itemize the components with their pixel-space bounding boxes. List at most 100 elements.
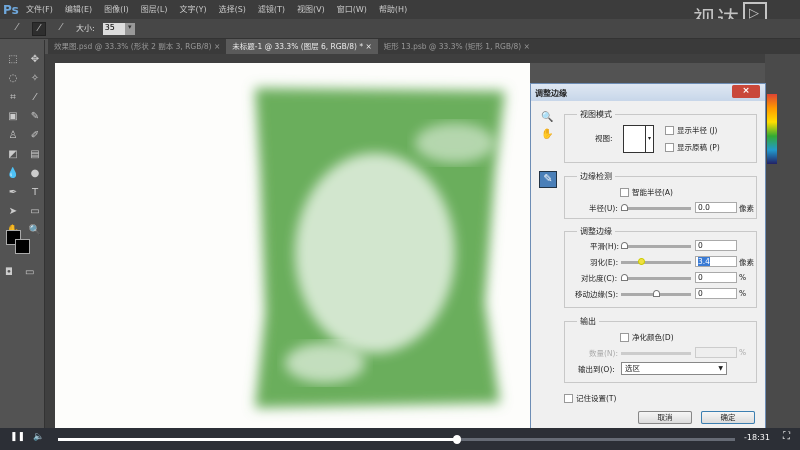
remember-settings-label: 记住设置(T) (576, 394, 617, 403)
shift-edge-input[interactable]: 0 (695, 288, 737, 299)
menu-type[interactable]: 文字(Y) (179, 4, 206, 15)
progress-thumb[interactable] (453, 435, 462, 444)
dodge-icon[interactable]: ● (25, 166, 45, 182)
smooth-slider[interactable] (621, 242, 691, 249)
output-to-dropdown[interactable]: 选区 ▼ (621, 362, 727, 375)
move-icon[interactable]: ✥ (25, 52, 45, 68)
feather-value: 3.4 (698, 257, 710, 266)
contrast-slider[interactable] (621, 274, 691, 281)
ok-button[interactable]: 确定 (701, 411, 755, 424)
document-tabs: 效果图.psd @ 33.3% (形状 2 副本 3, RGB/8) × 未标题… (48, 39, 800, 54)
swatches[interactable] (767, 94, 777, 164)
feather-unit: 像素 (739, 258, 754, 267)
tab-rect[interactable]: 矩形 13.psb @ 33.3% (矩形 1, RGB/8) × (378, 39, 536, 54)
menu-window[interactable]: 窗口(W) (337, 4, 367, 15)
output-title: 输出 (577, 316, 599, 327)
ps-logo: Ps (3, 2, 19, 17)
background-color[interactable] (15, 239, 30, 254)
show-original-label: 显示原稿 (P) (677, 143, 720, 152)
radius-unit: 像素 (739, 204, 754, 213)
crop-icon[interactable]: ⌗ (3, 90, 23, 106)
marquee-icon[interactable]: ⬚ (3, 52, 23, 68)
amount-input (695, 347, 737, 358)
options-bar: ⁄ ⁄ ⁄ 大小: 35 ▾ (0, 19, 800, 39)
stamp-icon[interactable]: ♙ (3, 128, 23, 144)
shift-edge-slider[interactable] (621, 290, 691, 297)
menu-select[interactable]: 选择(S) (219, 4, 246, 15)
healing-icon[interactable]: ▣ (3, 109, 23, 125)
decontaminate-label: 净化颜色(D) (632, 333, 674, 342)
menu-file[interactable]: 文件(F) (26, 4, 53, 15)
remember-settings-checkbox[interactable]: 记住设置(T) (564, 393, 616, 404)
lasso-icon[interactable]: ◌ (3, 71, 23, 87)
menu-bar: Ps 文件(F) 编辑(E) 图像(I) 图层(L) 文字(Y) 选择(S) 滤… (0, 0, 800, 19)
show-radius-checkbox[interactable]: 显示半径 (J) (665, 125, 717, 136)
right-panels (765, 54, 800, 428)
radius-slider[interactable] (621, 204, 691, 211)
contrast-label: 对比度(C): (581, 274, 618, 283)
size-input[interactable]: 35 (102, 22, 125, 35)
shape-icon[interactable]: ▭ (25, 204, 45, 220)
amount-slider (621, 352, 691, 355)
menu-edit[interactable]: 编辑(E) (65, 4, 92, 15)
magic-wand-icon[interactable]: ✧ (25, 71, 45, 87)
eyedropper-icon[interactable]: ⁄ (25, 90, 45, 106)
menu-filter[interactable]: 滤镜(T) (258, 4, 285, 15)
smart-radius-label: 智能半径(A) (632, 188, 673, 197)
view-mode-group: 视图模式 视图: ▾ 显示半径 (J) 显示原稿 (P) (564, 109, 757, 163)
pen-icon[interactable]: ✒ (3, 185, 23, 201)
path-select-icon[interactable]: ➤ (3, 204, 23, 220)
tab-untitled[interactable]: 未标题-1 @ 33.3% (图层 6, RGB/8) * × (226, 39, 378, 54)
brush-icon[interactable]: ✎ (25, 109, 45, 125)
view-label: 视图: (595, 134, 613, 143)
video-player-bar: ❚❚ 🔈 -18:31 ⛶ (0, 428, 800, 450)
volume-icon[interactable]: 🔈 (33, 432, 44, 442)
eraser-icon[interactable]: ◩ (3, 147, 23, 163)
decontaminate-checkbox[interactable]: 净化颜色(D) (620, 332, 674, 343)
amount-unit: % (739, 348, 747, 357)
brush-preset-icon[interactable]: ⁄ (10, 22, 24, 36)
quick-mask-icon[interactable]: ◘ (5, 265, 13, 281)
feather-input[interactable]: 3.4 (695, 256, 737, 267)
contrast-input[interactable]: 0 (695, 272, 737, 283)
size-dropdown[interactable]: ▾ (124, 22, 135, 35)
tab-effect[interactable]: 效果图.psd @ 33.3% (形状 2 副本 3, RGB/8) × (48, 39, 226, 54)
brush-erase-icon[interactable]: ⁄ (54, 22, 68, 36)
show-original-checkbox[interactable]: 显示原稿 (P) (665, 142, 720, 153)
time-remaining: -18:31 (744, 433, 770, 442)
menu-view[interactable]: 视图(V) (297, 4, 325, 15)
zoom-tool-icon[interactable]: 🔍 (541, 112, 553, 123)
hand-tool-icon[interactable]: ✋ (541, 129, 553, 140)
progress-fill (58, 438, 458, 441)
feather-slider[interactable] (621, 258, 691, 265)
smooth-label: 平滑(H): (590, 242, 620, 251)
output-group: 输出 净化颜色(D) 数量(N): % 输出到(O): 选区 ▼ (564, 316, 757, 383)
blur-icon[interactable]: 💧 (3, 166, 23, 182)
close-button[interactable]: × (732, 85, 760, 98)
smart-radius-checkbox[interactable]: 智能半径(A) (620, 187, 673, 198)
menu-layer[interactable]: 图层(L) (141, 4, 168, 15)
radius-input[interactable]: 0.0 (695, 202, 737, 213)
vertical-ruler (45, 54, 55, 428)
fullscreen-icon[interactable]: ⛶ (783, 431, 790, 442)
history-brush-icon[interactable]: ✐ (25, 128, 45, 144)
view-dropdown[interactable]: ▾ (623, 125, 654, 153)
gradient-icon[interactable]: ▤ (25, 147, 45, 163)
feather-label: 羽化(E): (590, 258, 619, 267)
pause-icon[interactable]: ❚❚ (10, 432, 25, 442)
smooth-input[interactable]: 0 (695, 240, 737, 251)
menu-image[interactable]: 图像(I) (104, 4, 129, 15)
zoom-icon[interactable]: 🔍 (25, 223, 45, 239)
progress-track[interactable] (58, 435, 735, 444)
edge-detection-title: 边缘检测 (577, 171, 615, 182)
refine-radius-tool-icon[interactable]: ✎ (539, 171, 557, 188)
edge-detection-group: 边缘检测 智能半径(A) 半径(U): 0.0 像素 (564, 171, 757, 219)
canvas[interactable] (55, 63, 530, 428)
cancel-button[interactable]: 取消 (638, 411, 692, 424)
type-icon[interactable]: T (25, 185, 45, 201)
shift-edge-unit: % (739, 289, 747, 298)
menu-help[interactable]: 帮助(H) (379, 4, 407, 15)
screen-mode-icon[interactable]: ▭ (25, 265, 34, 281)
brush-expand-icon[interactable]: ⁄ (32, 21, 46, 36)
horizontal-ruler (45, 54, 765, 63)
